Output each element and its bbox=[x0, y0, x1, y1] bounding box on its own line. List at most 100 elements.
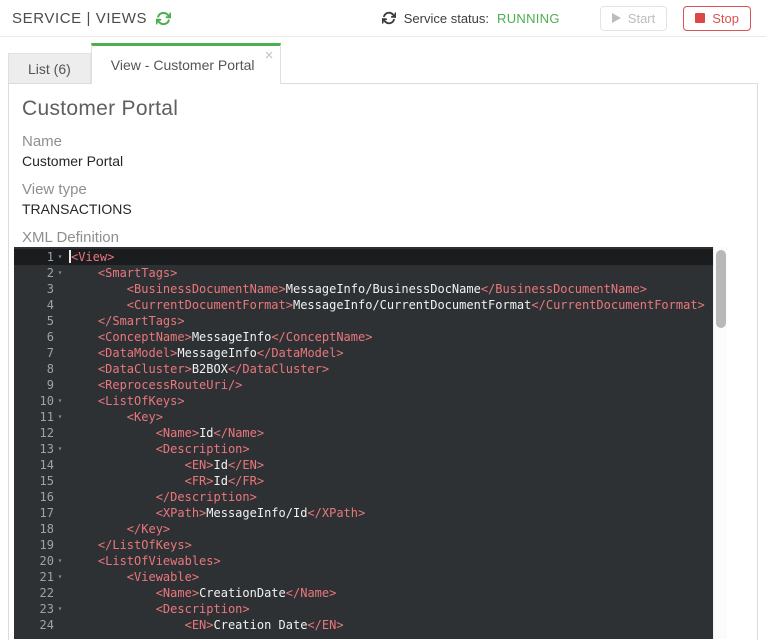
refresh-status-icon[interactable] bbox=[382, 11, 396, 25]
code-line[interactable]: 23▾ <Description> bbox=[14, 601, 727, 617]
tab-view-customer-portal[interactable]: View - Customer Portal × bbox=[91, 43, 282, 84]
code-line[interactable]: 20▾ <ListOfViewables> bbox=[14, 553, 727, 569]
line-number-gutter[interactable]: 2▾ bbox=[14, 265, 66, 281]
start-button[interactable]: Start bbox=[600, 6, 667, 31]
line-number-gutter[interactable]: 12▾ bbox=[14, 425, 66, 441]
code-line-text[interactable]: <CurrentDocumentFormat>MessageInfo/Curre… bbox=[66, 297, 705, 313]
line-number-gutter[interactable]: 11▾ bbox=[14, 409, 66, 425]
fold-arrow-icon[interactable]: ▾ bbox=[54, 569, 66, 585]
line-number-gutter[interactable]: 18▾ bbox=[14, 521, 66, 537]
stop-button-label: Stop bbox=[712, 11, 739, 26]
line-number-gutter[interactable]: 1▾ bbox=[14, 249, 66, 265]
code-line[interactable]: 22▾ <Name>CreationDate</Name> bbox=[14, 585, 727, 601]
field-name: Name Customer Portal bbox=[22, 133, 757, 169]
code-line-text[interactable]: </ListOfKeys> bbox=[66, 537, 192, 553]
line-number-gutter[interactable]: 22▾ bbox=[14, 585, 66, 601]
code-line[interactable]: 7▾ <DataModel>MessageInfo</DataModel> bbox=[14, 345, 727, 361]
line-number-gutter[interactable]: 8▾ bbox=[14, 361, 66, 377]
code-line-text[interactable]: <XPath>MessageInfo/Id</XPath> bbox=[66, 505, 365, 521]
code-line-text[interactable]: <Name>Id</Name> bbox=[66, 425, 264, 441]
code-line-text[interactable]: <DataModel>MessageInfo</DataModel> bbox=[66, 345, 344, 361]
stop-button[interactable]: Stop bbox=[683, 6, 751, 31]
code-line[interactable]: 19▾ </ListOfKeys> bbox=[14, 537, 727, 553]
line-number-gutter[interactable]: 4▾ bbox=[14, 297, 66, 313]
page-title: Customer Portal bbox=[22, 96, 757, 121]
tab-list[interactable]: List (6) bbox=[8, 53, 91, 83]
line-number-gutter[interactable]: 7▾ bbox=[14, 345, 66, 361]
code-line-text[interactable]: <Description> bbox=[66, 441, 250, 457]
line-number-gutter[interactable]: 10▾ bbox=[14, 393, 66, 409]
line-number-gutter[interactable]: 17▾ bbox=[14, 505, 66, 521]
code-line[interactable]: 9▾ <ReprocessRouteUri/> bbox=[14, 377, 727, 393]
tab-list-label: List (6) bbox=[28, 61, 71, 77]
code-line[interactable]: 16▾ </Description> bbox=[14, 489, 727, 505]
code-line[interactable]: 10▾ <ListOfKeys> bbox=[14, 393, 727, 409]
tab-bar: List (6) View - Customer Portal × bbox=[0, 37, 766, 83]
line-number-gutter[interactable]: 15▾ bbox=[14, 473, 66, 489]
tab-view-label: View - Customer Portal bbox=[111, 57, 255, 73]
code-line-text[interactable]: <Name>CreationDate</Name> bbox=[66, 585, 336, 601]
code-line[interactable]: 21▾ <Viewable> bbox=[14, 569, 727, 585]
line-number-gutter[interactable]: 9▾ bbox=[14, 377, 66, 393]
line-number-gutter[interactable]: 16▾ bbox=[14, 489, 66, 505]
code-line[interactable]: 11▾ <Key> bbox=[14, 409, 727, 425]
code-line[interactable]: 24▾ <EN>Creation Date</EN> bbox=[14, 617, 727, 633]
code-line[interactable]: 8▾ <DataCluster>B2BOX</DataCluster> bbox=[14, 361, 727, 377]
line-number-gutter[interactable]: 5▾ bbox=[14, 313, 66, 329]
fold-arrow-icon[interactable]: ▾ bbox=[54, 409, 66, 425]
code-line[interactable]: 3▾ <BusinessDocumentName>MessageInfo/Bus… bbox=[14, 281, 727, 297]
fold-arrow-icon[interactable]: ▾ bbox=[54, 553, 66, 569]
field-name-label: Name bbox=[22, 133, 757, 151]
line-number-gutter[interactable]: 23▾ bbox=[14, 601, 66, 617]
code-line[interactable]: 17▾ <XPath>MessageInfo/Id</XPath> bbox=[14, 505, 727, 521]
line-number-gutter[interactable]: 24▾ bbox=[14, 617, 66, 633]
code-line-text[interactable]: <Description> bbox=[66, 601, 250, 617]
code-line-text[interactable]: <ListOfViewables> bbox=[66, 553, 221, 569]
code-line[interactable]: 14▾ <EN>Id</EN> bbox=[14, 457, 727, 473]
code-line-text[interactable]: <EN>Creation Date</EN> bbox=[66, 617, 344, 633]
code-line[interactable]: 13▾ <Description> bbox=[14, 441, 727, 457]
play-icon bbox=[612, 13, 621, 23]
code-line[interactable]: 5▾ </SmartTags> bbox=[14, 313, 727, 329]
line-number-gutter[interactable]: 19▾ bbox=[14, 537, 66, 553]
code-line-text[interactable]: <SmartTags> bbox=[66, 265, 177, 281]
line-number-gutter[interactable]: 13▾ bbox=[14, 441, 66, 457]
code-line-text[interactable]: </SmartTags> bbox=[66, 313, 185, 329]
editor-scrollbar-thumb[interactable] bbox=[716, 250, 726, 328]
close-tab-icon[interactable]: × bbox=[265, 49, 274, 63]
code-line[interactable]: 18▾ </Key> bbox=[14, 521, 727, 537]
code-line-text[interactable]: </Description> bbox=[66, 489, 257, 505]
fold-arrow-icon[interactable]: ▾ bbox=[54, 441, 66, 457]
code-line-text[interactable]: <DataCluster>B2BOX</DataCluster> bbox=[66, 361, 329, 377]
code-line-text[interactable]: <Key> bbox=[66, 409, 163, 425]
editor-scrollbar[interactable] bbox=[713, 247, 727, 639]
fold-arrow-icon[interactable]: ▾ bbox=[54, 601, 66, 617]
service-status-label: Service status: bbox=[404, 11, 489, 26]
code-line[interactable]: 12▾ <Name>Id</Name> bbox=[14, 425, 727, 441]
line-number-gutter[interactable]: 3▾ bbox=[14, 281, 66, 297]
code-line[interactable]: 15▾ <FR>Id</FR> bbox=[14, 473, 727, 489]
top-bar: SERVICE | VIEWS Service status: RUNNING … bbox=[0, 0, 766, 37]
code-line-text[interactable]: <View> bbox=[66, 249, 114, 265]
code-line-text[interactable]: <FR>Id</FR> bbox=[66, 473, 264, 489]
refresh-views-icon[interactable] bbox=[156, 11, 171, 26]
xml-editor[interactable]: 1▾<View>2▾ <SmartTags>3▾ <BusinessDocume… bbox=[14, 247, 727, 639]
code-line-text[interactable]: <EN>Id</EN> bbox=[66, 457, 264, 473]
code-line-text[interactable]: <ConceptName>MessageInfo</ConceptName> bbox=[66, 329, 372, 345]
code-line-text[interactable]: <Viewable> bbox=[66, 569, 199, 585]
code-line-text[interactable]: <BusinessDocumentName>MessageInfo/Busine… bbox=[66, 281, 647, 297]
code-line-text[interactable]: </Key> bbox=[66, 521, 170, 537]
fold-arrow-icon[interactable]: ▾ bbox=[54, 249, 66, 265]
code-line-text[interactable]: <ReprocessRouteUri/> bbox=[66, 377, 242, 393]
line-number-gutter[interactable]: 21▾ bbox=[14, 569, 66, 585]
code-line[interactable]: 2▾ <SmartTags> bbox=[14, 265, 727, 281]
code-line-text[interactable]: <ListOfKeys> bbox=[66, 393, 185, 409]
line-number-gutter[interactable]: 14▾ bbox=[14, 457, 66, 473]
fold-arrow-icon[interactable]: ▾ bbox=[54, 265, 66, 281]
line-number-gutter[interactable]: 20▾ bbox=[14, 553, 66, 569]
code-line[interactable]: 1▾<View> bbox=[14, 249, 727, 265]
code-line[interactable]: 6▾ <ConceptName>MessageInfo</ConceptName… bbox=[14, 329, 727, 345]
line-number-gutter[interactable]: 6▾ bbox=[14, 329, 66, 345]
code-line[interactable]: 4▾ <CurrentDocumentFormat>MessageInfo/Cu… bbox=[14, 297, 727, 313]
fold-arrow-icon[interactable]: ▾ bbox=[54, 393, 66, 409]
